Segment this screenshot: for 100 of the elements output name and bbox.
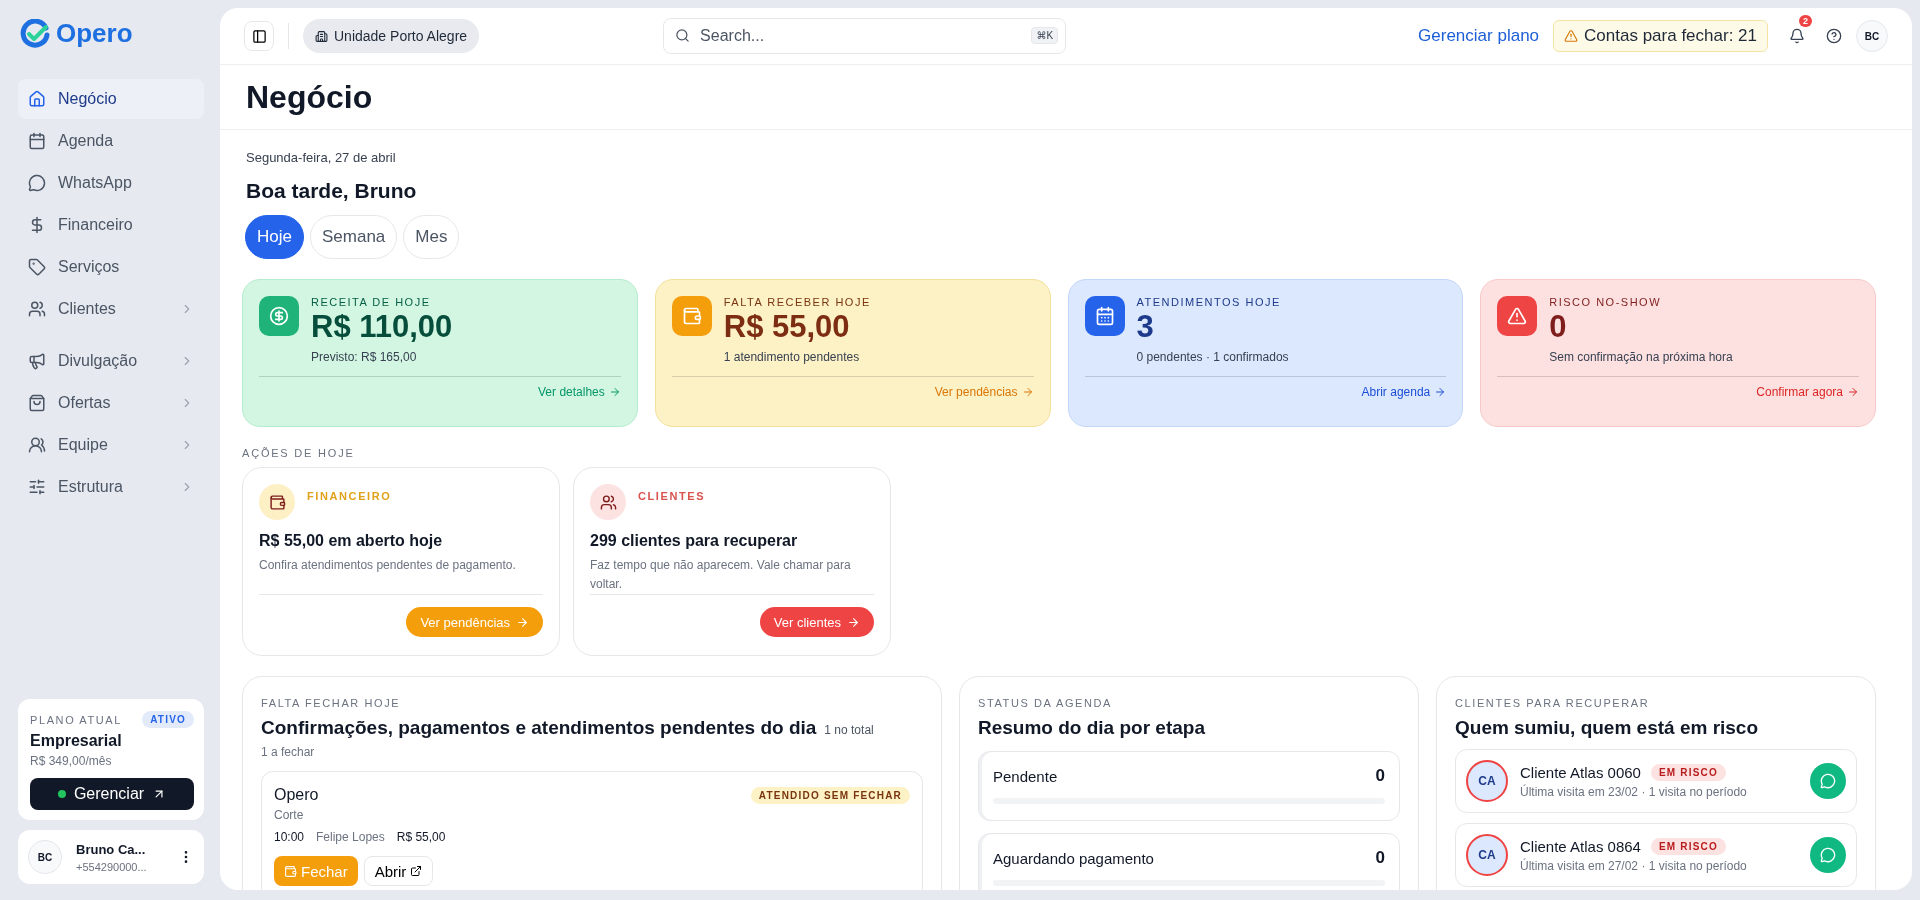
sidebar-item[interactable]: WhatsApp (18, 163, 204, 203)
manage-plan-link[interactable]: Gerenciar plano (1418, 26, 1540, 46)
client-meta: Última visita em 23/02 · 1 visita no período (1520, 784, 1748, 799)
kpi-label: FALTA RECEBER HOJE (723, 296, 871, 308)
status-dot (57, 790, 66, 798)
home-icon (28, 90, 46, 108)
plan-name: Empresarial (30, 732, 123, 750)
kpi-label: ATENDIMENTOS HOJE (1136, 296, 1282, 308)
kpi-note: 1 atendimento pendentes (723, 350, 861, 365)
action-category: FINANCEIRO (307, 490, 392, 502)
sidebar-item[interactable]: Negócio (18, 79, 204, 119)
arrow-right-icon (1434, 386, 1447, 399)
action-button[interactable]: Ver clientes (759, 607, 874, 637)
kpi-value: R$ 55,00 (723, 310, 851, 345)
sliders-icon (28, 478, 46, 496)
sidebar-item[interactable]: Clientes (18, 289, 204, 329)
sidebar-item[interactable]: Ofertas (18, 383, 204, 423)
search-icon (675, 28, 691, 43)
risk-badge: EM RISCO (1650, 837, 1726, 855)
chat-bubble-icon (1820, 847, 1836, 863)
panel-subtitle: 1 a fechar (261, 745, 316, 759)
action-title: 299 clientes para recuperar (590, 532, 799, 550)
risk-badge: EM RISCO (1650, 763, 1726, 781)
unit-selector[interactable]: Unidade Porto Alegre (303, 19, 480, 53)
action-description: Confira atendimentos pendentes de pagamento. (259, 557, 517, 574)
stage-label: Aguardando pagamento (993, 849, 1154, 867)
period-tab[interactable]: Hoje (245, 215, 304, 259)
bag-icon (28, 394, 46, 412)
panel-title: Quem sumiu, quem está em risco (1455, 717, 1760, 739)
user-avatar[interactable]: BC (1856, 20, 1888, 52)
help-icon[interactable] (1826, 28, 1842, 44)
message-button[interactable] (1810, 837, 1846, 873)
panel-icon (251, 28, 267, 44)
status-badge: ATENDIDO SEM FECHAR (750, 786, 910, 804)
chat-bubble-icon (28, 174, 46, 192)
notifications-icon[interactable] (1789, 28, 1805, 44)
sidebar-item[interactable]: Serviços (18, 247, 204, 287)
arrow-right-icon (608, 386, 621, 399)
page-title: Negócio (246, 78, 373, 116)
kpi-note: Previsto: R$ 165,00 (311, 350, 418, 365)
period-tab[interactable]: Mes (403, 215, 460, 259)
open-item-button[interactable]: Abrir (363, 856, 434, 886)
stage-count: 0 (1375, 766, 1385, 786)
action-title: R$ 55,00 em aberto hoje (259, 532, 444, 550)
client-name: Cliente Atlas 0060 (1520, 763, 1641, 781)
action-description: Faz tempo que não aparecem. Vale chamar para voltar. (590, 557, 852, 593)
sidebar-item[interactable]: Financeiro (18, 205, 204, 245)
client-meta: Última visita em 27/02 · 1 visita no período (1520, 858, 1748, 873)
logo-check-icon (20, 18, 50, 49)
item-price: R$ 55,00 (396, 830, 446, 844)
wallet-icon (671, 296, 712, 336)
message-button[interactable] (1810, 763, 1846, 799)
plan-price: R$ 349,00/mês (30, 754, 113, 768)
megaphone-icon (28, 352, 46, 370)
section-title: AÇÕES DE HOJE (242, 447, 356, 459)
tag-icon (28, 258, 46, 276)
warning-icon (1497, 296, 1538, 336)
plan-label: PLANO ATUAL (30, 713, 122, 726)
panel-eyebrow: FALTA FECHAR HOJE (261, 697, 402, 709)
client-avatar: CA (1466, 760, 1508, 802)
users-icon (590, 484, 626, 520)
kpi-link[interactable]: Abrir agenda (1361, 385, 1447, 400)
user-name: Bruno Ca... (76, 841, 147, 857)
warning-icon (1564, 29, 1579, 43)
external-link-icon (410, 865, 423, 877)
users-icon (28, 300, 46, 318)
period-tab[interactable]: Semana (309, 215, 398, 259)
greeting: Boa tarde, Bruno (246, 179, 418, 203)
client-row[interactable]: CA Cliente Atlas 0060 EM RISCO Última visita em 23/02 · 1 visita no período (1455, 749, 1857, 813)
dollar-coin-icon (259, 296, 299, 336)
sidebar-toggle-button[interactable] (244, 21, 274, 51)
user-phone: +554290000... (76, 860, 148, 873)
item-time: 10:00 (274, 830, 305, 844)
client-avatar: CA (1466, 834, 1508, 876)
client-row[interactable]: CA Cliente Atlas 0864 EM RISCO Última visita em 27/02 · 1 visita no período (1455, 823, 1857, 887)
panel-eyebrow: CLIENTES PARA RECUPERAR (1455, 697, 1651, 709)
notification-count: 2 (1799, 15, 1812, 27)
kpi-note: 0 pendentes · 1 confirmados (1136, 350, 1289, 365)
chat-bubble-icon (1820, 773, 1836, 789)
panel-eyebrow: STATUS DA AGENDA (978, 697, 1113, 709)
kpi-label: RECEITA DE HOJE (311, 296, 432, 308)
kpi-link[interactable]: Confirmar agora (1756, 385, 1859, 400)
item-service: Corte (274, 808, 305, 822)
client-name: Cliente Atlas 0864 (1520, 837, 1641, 855)
users-icon (28, 436, 46, 454)
calendar-icon (1084, 296, 1125, 336)
kpi-label: RISCO NO-SHOW (1549, 296, 1663, 308)
item-staff: Felipe Lopes (316, 830, 385, 844)
kpi-link[interactable]: Ver detalhes (538, 385, 621, 400)
sidebar-item[interactable]: Estrutura (18, 467, 204, 507)
sidebar-item[interactable]: Agenda (18, 121, 204, 161)
stage-label: Pendente (993, 767, 1058, 785)
bills-alert[interactable]: Contas para fechar: 21 (1553, 20, 1768, 52)
stage-count: 0 (1375, 848, 1385, 868)
calendar-icon (28, 132, 46, 150)
date-text: Segunda-feira, 27 de abril (246, 150, 397, 165)
manage-button[interactable]: Gerenciar (30, 778, 194, 810)
sidebar-item[interactable]: Divulgação (18, 341, 204, 381)
action-category: CLIENTES (638, 490, 706, 502)
sidebar-item[interactable]: Equipe (18, 425, 204, 465)
